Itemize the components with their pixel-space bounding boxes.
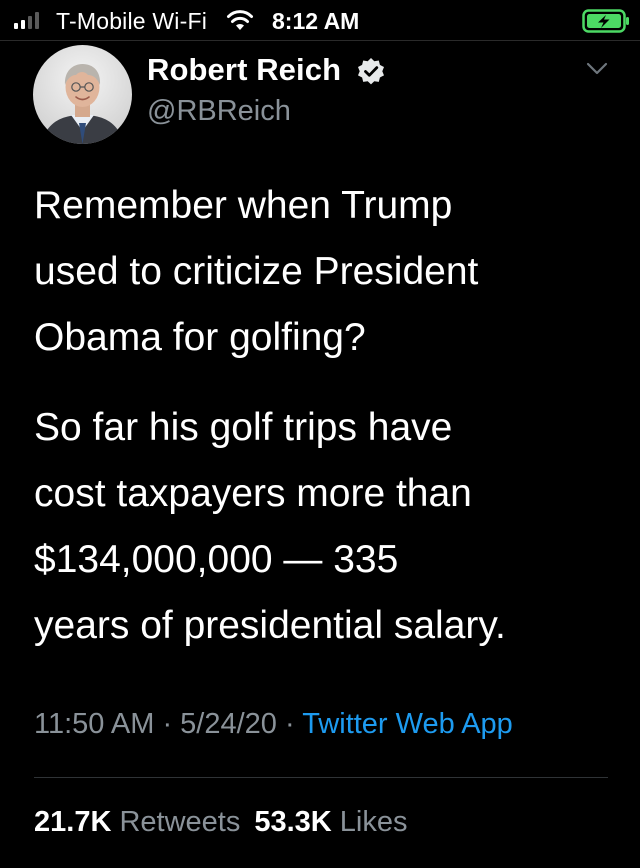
tweet-text-line: cost taxpayers more than xyxy=(34,472,472,515)
author-handle[interactable]: @RBReich xyxy=(147,95,291,128)
tweet-time[interactable]: 11:50 AM xyxy=(34,708,154,740)
tweet-metadata: 11:50 AM · 5/24/20 · Twitter Web App xyxy=(34,708,513,741)
retweets-count: 21.7K xyxy=(34,806,112,838)
carrier-name: T-Mobile Wi-Fi xyxy=(56,8,208,34)
retweets-stat[interactable]: 21.7K Retweets xyxy=(34,806,240,838)
tweet-text-paragraph-2: So far his golf trips have cost taxpayer… xyxy=(34,395,624,659)
retweets-label: Retweets xyxy=(119,806,241,838)
meta-separator: · xyxy=(154,708,181,740)
stats-divider xyxy=(34,777,608,778)
wifi-icon xyxy=(227,10,253,30)
likes-count: 53.3K xyxy=(254,806,332,838)
likes-stat[interactable]: 53.3K Likes xyxy=(254,806,407,838)
status-bar-divider xyxy=(0,40,640,41)
tweet-text-line: years of presidential salary. xyxy=(34,604,506,647)
meta-separator: · xyxy=(276,708,303,740)
tweet-text-line: used to criticize President xyxy=(34,250,479,293)
tweet-stats: 21.7K Retweets 53.3K Likes xyxy=(34,806,408,839)
tweet-text-paragraph-1: Remember when Trump used to criticize Pr… xyxy=(34,173,624,371)
author-display-name[interactable]: Robert Reich xyxy=(147,52,341,88)
likes-label: Likes xyxy=(339,806,408,838)
cellular-signal-icon xyxy=(14,12,39,29)
chevron-down-icon[interactable] xyxy=(586,62,608,76)
tweet-text-line: So far his golf trips have xyxy=(34,406,453,449)
tweet-text-line: $134,000,000 — 335 xyxy=(34,538,399,581)
author-avatar-image xyxy=(33,45,132,144)
verified-badge-icon xyxy=(358,58,384,85)
tweet-date[interactable]: 5/24/20 xyxy=(180,708,277,740)
status-time: 8:12 AM xyxy=(272,8,360,34)
tweet-text-line: Remember when Trump xyxy=(34,184,453,227)
tweet-text-line: Obama for golfing? xyxy=(34,316,366,359)
tweet-source-link[interactable]: Twitter Web App xyxy=(302,708,513,740)
battery-charging-icon xyxy=(582,9,629,33)
status-bar: T-Mobile Wi-Fi 8:12 AM xyxy=(0,0,640,40)
author-avatar[interactable] xyxy=(33,45,132,144)
